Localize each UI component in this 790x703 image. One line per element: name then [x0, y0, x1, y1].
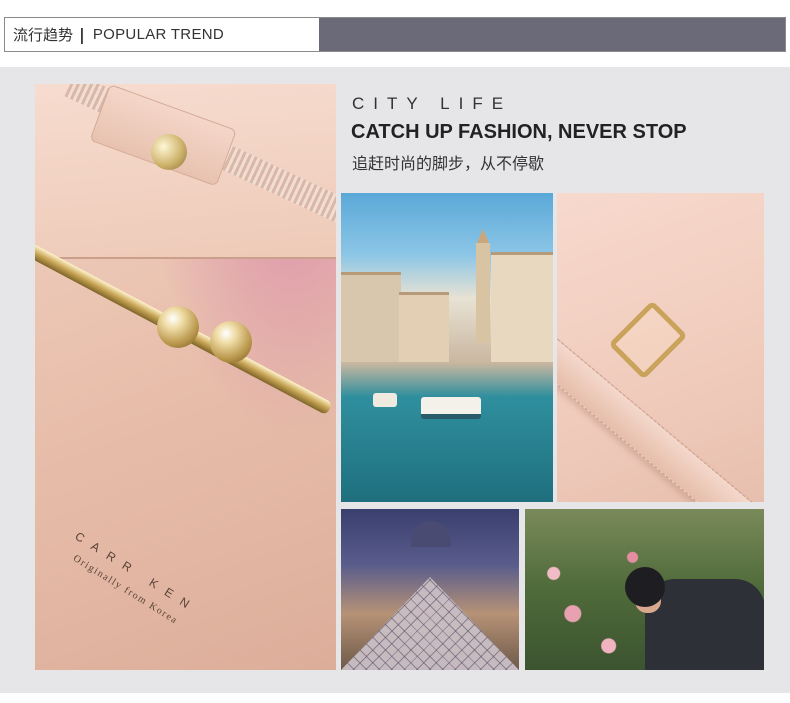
louvre-dome: [411, 521, 451, 547]
headline-title: CATCH UP FASHION, NEVER STOP: [351, 121, 687, 143]
bag-rivet: [151, 134, 187, 170]
brand-name: CARR KEN: [72, 529, 201, 617]
section-header: 流行趋势 | POPULAR TREND: [4, 17, 786, 52]
venice-vaporetto: [421, 397, 481, 419]
garden-person-beanie: [625, 567, 665, 607]
brand-tagline: Originally from Korea: [70, 552, 180, 627]
garden-rose-photo: [525, 509, 764, 670]
content-panel: CARR KEN Originally from Korea CITY LIFE…: [0, 67, 790, 693]
louvre-pyramid-photo: [341, 509, 519, 670]
venice-small-boat: [373, 393, 397, 407]
bag-clasp-ball-left: [157, 306, 199, 348]
headline-eyebrow: CITY LIFE: [352, 94, 513, 113]
venice-building: [491, 252, 553, 362]
headline-subtitle-cn: 追赶时尚的脚步，从不停歇: [352, 154, 545, 173]
venice-bell-tower: [476, 229, 490, 343]
header-title-en: POPULAR TREND: [92, 26, 225, 43]
bag-clasp-ball-right: [210, 321, 252, 363]
header-separator: |: [79, 25, 85, 44]
venice-canal-photo: [341, 193, 553, 502]
bag-brand-emboss: CARR KEN Originally from Korea: [35, 529, 241, 670]
strap-buckle-photo: [557, 193, 764, 502]
venice-building: [399, 292, 449, 362]
header-accent-bar: [319, 18, 785, 51]
header-title-cn: 流行趋势: [13, 26, 74, 44]
strap-buckle: [608, 300, 688, 380]
venice-building: [341, 272, 401, 362]
bag-closeup-photo: CARR KEN Originally from Korea: [35, 84, 336, 670]
header-title-group: 流行趋势 | POPULAR TREND: [5, 18, 319, 51]
